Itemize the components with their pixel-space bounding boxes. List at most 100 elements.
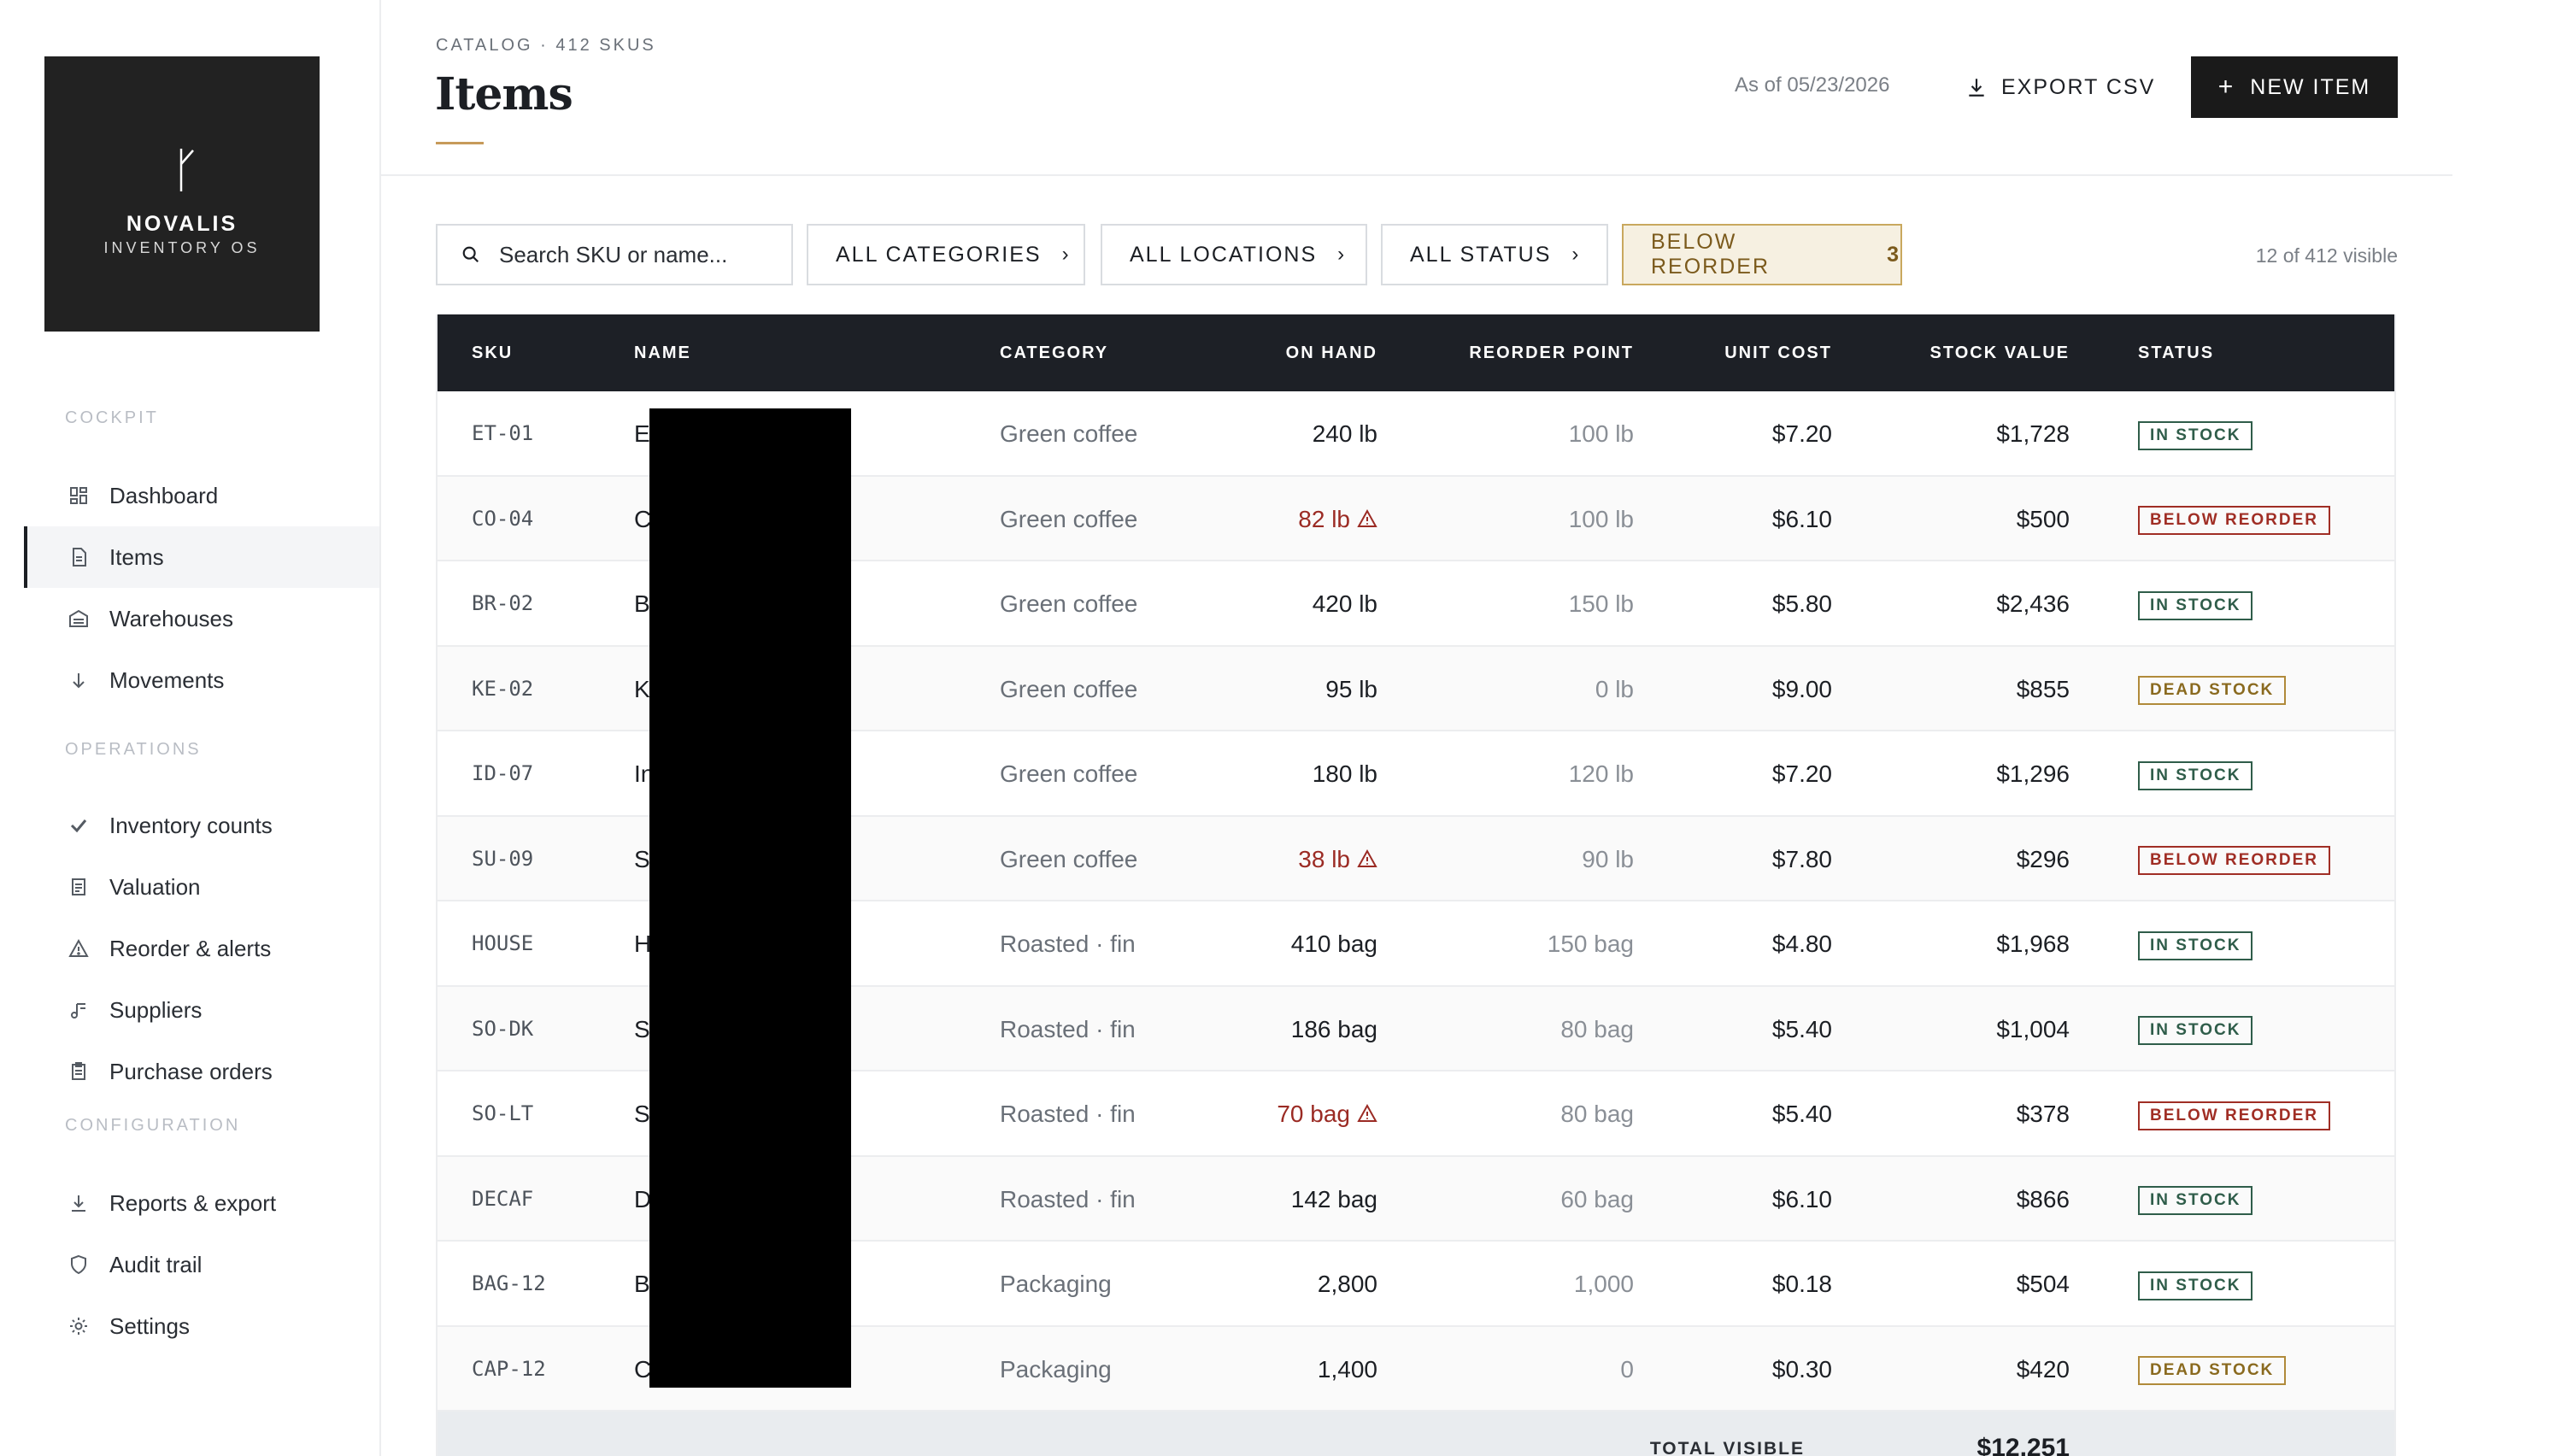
brand-logo[interactable]: NOVALIS INVENTORY OS — [44, 56, 320, 332]
search-box[interactable] — [436, 224, 793, 285]
column-header-status[interactable]: STATUS — [2138, 314, 2214, 391]
brand-name: NOVALIS — [126, 212, 238, 236]
status-cell: IN STOCK — [2138, 1157, 2253, 1242]
on-hand-value: 180 lb — [1312, 760, 1377, 787]
title-underline — [436, 142, 484, 144]
sidebar-item-settings[interactable]: Settings — [24, 1295, 379, 1357]
sidebar-item-inventory-counts[interactable]: Inventory counts — [24, 795, 379, 856]
sidebar-item-valuation[interactable]: Valuation — [24, 856, 379, 918]
sidebar-item-label: Warehouses — [109, 605, 233, 631]
on-hand-value: 2,800 — [1317, 1271, 1377, 1297]
redaction-block — [649, 408, 851, 1388]
category-cell: Green coffee — [1000, 590, 1138, 617]
stock-value-cell: $1,728 — [1996, 420, 2070, 447]
table-header: SKU NAME CATEGORY ON HAND REORDER POINT … — [438, 314, 2394, 391]
on-hand-cell: 240 lb — [1313, 391, 1377, 476]
stock-value-cell: $420 — [2016, 1355, 2070, 1383]
column-header-reorder-point[interactable]: REORDER POINT — [1469, 314, 1634, 391]
category-cell: Green coffee — [1000, 675, 1138, 702]
sku-cell: SO-LT — [472, 1101, 534, 1125]
stock-value-cell: $296 — [2016, 845, 2070, 872]
sku-cell: SO-DK — [472, 1016, 534, 1041]
reorder-point-cell: 1,000 — [1573, 1271, 1634, 1297]
filter-locations[interactable]: ALL LOCATIONS › — [1101, 224, 1367, 285]
filter-status-label: ALL STATUS — [1410, 242, 1552, 267]
sidebar-item-reports-export[interactable]: Reports & export — [24, 1172, 379, 1234]
chevron-right-icon: › — [1061, 243, 1071, 266]
stock-value-cell: $2,436 — [1996, 590, 2070, 617]
status-cell: BELOW REORDER — [2138, 1071, 2330, 1156]
sidebar-item-reorder-alerts[interactable]: Reorder & alerts — [24, 918, 379, 979]
chevron-right-icon: › — [1571, 243, 1581, 266]
filter-below-reorder[interactable]: BELOW REORDER 3 — [1622, 224, 1902, 285]
stock-value-cell: $500 — [2016, 505, 2070, 532]
reorder-point-cell: 80 bag — [1560, 1015, 1634, 1042]
new-item-button[interactable]: + NEW ITEM — [2191, 56, 2398, 118]
on-hand-cell: 420 lb — [1313, 561, 1377, 646]
status-cell: IN STOCK — [2138, 1242, 2253, 1326]
sidebar-item-movements[interactable]: Movements — [24, 649, 379, 711]
name-cell: B — [634, 590, 650, 617]
sidebar-item-warehouses[interactable]: Warehouses — [24, 588, 379, 649]
stock-value-cell: $1,004 — [1996, 1015, 2070, 1042]
sidebar-item-items[interactable]: Items — [24, 526, 379, 588]
filter-status[interactable]: ALL STATUS › — [1381, 224, 1608, 285]
suppliers-icon — [68, 1000, 89, 1020]
sidebar-item-dashboard[interactable]: Dashboard — [24, 465, 379, 526]
column-header-category[interactable]: CATEGORY — [1000, 314, 1108, 391]
on-hand-value: 410 bag — [1290, 931, 1377, 957]
header-divider — [381, 174, 2452, 176]
column-header-on-hand[interactable]: ON HAND — [1286, 314, 1377, 391]
column-header-sku[interactable]: SKU — [472, 314, 513, 391]
filter-locations-label: ALL LOCATIONS — [1130, 242, 1318, 267]
column-header-stock-value[interactable]: STOCK VALUE — [1930, 314, 2070, 391]
on-hand-value: 1,400 — [1317, 1355, 1377, 1383]
sidebar-item-label: Reports & export — [109, 1189, 277, 1216]
below-reorder-count: 3 — [1887, 242, 1900, 267]
sidebar-item-label: Items — [109, 543, 164, 570]
column-header-name[interactable]: NAME — [634, 314, 691, 391]
on-hand-value: 95 lb — [1325, 675, 1377, 702]
unit-cost-cell: $4.80 — [1771, 931, 1832, 957]
unit-cost-cell: $6.10 — [1771, 505, 1832, 532]
on-hand-value: 142 bag — [1290, 1185, 1377, 1212]
export-csv-button[interactable]: EXPORT CSV — [1965, 62, 2155, 113]
reorder-point-cell: 90 lb — [1582, 845, 1634, 872]
search-input[interactable] — [499, 241, 772, 268]
status-cell: DEAD STOCK — [2138, 1327, 2287, 1412]
document-icon — [68, 877, 89, 897]
filter-below-reorder-label: BELOW REORDER — [1651, 230, 1771, 279]
on-hand-cell: 1,400 — [1318, 1327, 1377, 1412]
name-cell: K — [634, 675, 650, 702]
status-cell: BELOW REORDER — [2138, 817, 2330, 901]
nav-section-configuration: CONFIGURATION — [65, 1116, 241, 1135]
total-visible-label: TOTAL VISIBLE — [1649, 1439, 1805, 1456]
brand-subtitle: INVENTORY OS — [103, 239, 261, 256]
gear-icon — [68, 1316, 89, 1336]
on-hand-cell: 2,800 — [1318, 1242, 1377, 1326]
on-hand-value: 38 lb — [1298, 845, 1350, 872]
category-cell: Packaging — [1000, 1355, 1112, 1383]
status-cell: BELOW REORDER — [2138, 477, 2330, 561]
sidebar-item-audit-trail[interactable]: Audit trail — [24, 1234, 379, 1295]
filter-categories-label: ALL CATEGORIES — [836, 242, 1042, 267]
unit-cost-cell: $7.20 — [1771, 420, 1832, 447]
filter-categories[interactable]: ALL CATEGORIES › — [807, 224, 1085, 285]
unit-cost-cell: $6.10 — [1771, 1185, 1832, 1212]
sidebar-item-label: Dashboard — [109, 482, 219, 508]
status-badge: BELOW REORDER — [2138, 506, 2330, 536]
reorder-point-cell: 150 bag — [1547, 931, 1634, 957]
status-cell: IN STOCK — [2138, 731, 2253, 816]
unit-cost-cell: $7.20 — [1771, 760, 1832, 787]
sidebar-item-purchase-orders[interactable]: Purchase orders — [24, 1041, 379, 1102]
sidebar-item-suppliers[interactable]: Suppliers — [24, 979, 379, 1041]
column-header-unit-cost[interactable]: UNIT COST — [1724, 314, 1832, 391]
status-badge: DEAD STOCK — [2138, 1356, 2287, 1386]
nav-section-operations: OPERATIONS — [65, 740, 202, 759]
status-badge: IN STOCK — [2138, 1271, 2253, 1300]
search-icon — [462, 246, 479, 263]
stock-value-cell: $1,968 — [1996, 931, 2070, 957]
low-stock-warning-icon — [1357, 1103, 1377, 1122]
reorder-point-cell: 60 bag — [1560, 1185, 1634, 1212]
sidebar-item-label: Settings — [109, 1312, 190, 1339]
